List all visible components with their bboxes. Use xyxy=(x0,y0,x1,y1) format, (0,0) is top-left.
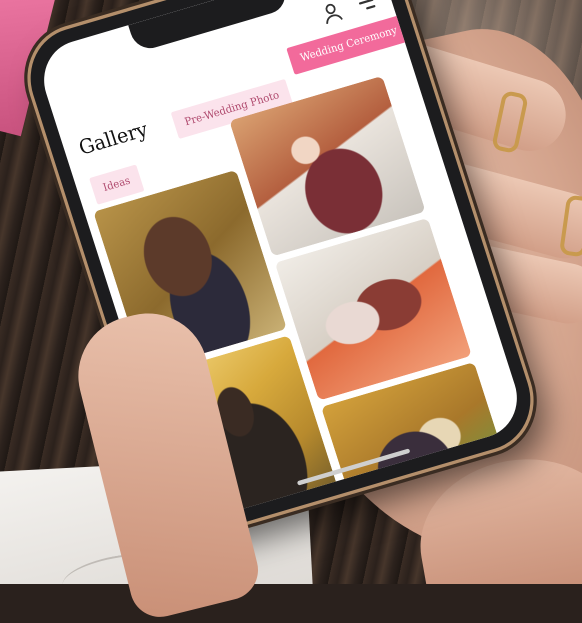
smartphone: Gallery Wedding Ceremony Pre-Wedding Pho… xyxy=(17,0,544,542)
menu-line xyxy=(359,0,374,5)
phone-container: Gallery Wedding Ceremony Pre-Wedding Pho… xyxy=(0,0,582,584)
user-icon[interactable] xyxy=(317,0,347,28)
menu-icon[interactable] xyxy=(351,0,377,15)
menu-line xyxy=(366,5,376,10)
